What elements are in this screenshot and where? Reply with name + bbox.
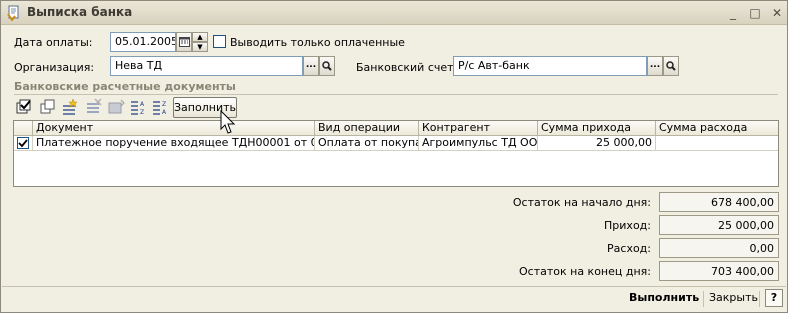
checkbox-checked-icon[interactable] xyxy=(17,137,29,149)
group-title: Банковские расчетные документы xyxy=(14,80,236,93)
delete-row-icon[interactable] xyxy=(84,98,104,116)
svg-text:Z: Z xyxy=(162,101,166,108)
date-field[interactable]: 05.01.2005 xyxy=(110,32,176,52)
copy-icon[interactable] xyxy=(38,98,58,116)
org-open-button[interactable] xyxy=(319,56,335,76)
magnifier-icon xyxy=(322,61,332,71)
group-divider xyxy=(14,94,778,95)
end-balance-label: Остаток на конец дня: xyxy=(519,265,651,278)
expense-label: Расход: xyxy=(607,242,651,255)
column-header-counterparty[interactable]: Контрагент xyxy=(419,121,538,136)
mouse-cursor-icon xyxy=(220,110,236,134)
documents-table[interactable]: Документ Вид операции Контрагент Сумма п… xyxy=(13,120,779,187)
end-balance-value: 703 400,00 xyxy=(659,261,779,281)
cell-expense[interactable] xyxy=(656,136,778,151)
org-label: Организация: xyxy=(14,61,95,74)
check-all-icon[interactable] xyxy=(14,98,34,116)
close-button[interactable]: Закрыть xyxy=(709,289,758,307)
svg-text:A: A xyxy=(162,109,167,116)
date-label: Дата оплаты: xyxy=(14,36,93,49)
calendar-button[interactable] xyxy=(176,32,192,52)
column-header-check[interactable] xyxy=(14,121,33,136)
org-field[interactable]: Нева ТД xyxy=(110,56,303,76)
magnifier-icon xyxy=(666,61,676,71)
cell-counterparty[interactable]: Агроимпульс ТД ООО xyxy=(419,136,538,151)
footer-separator xyxy=(703,291,704,307)
table-row[interactable]: Платежное поручение входящее ТДН00001 от… xyxy=(14,136,778,151)
move-row-icon[interactable] xyxy=(106,98,126,116)
svg-text:Z: Z xyxy=(140,109,144,116)
help-button[interactable]: ? xyxy=(765,289,783,307)
add-row-icon[interactable] xyxy=(60,98,80,116)
ellipsis-icon: ... xyxy=(649,60,661,70)
close-window-button[interactable]: ✕ xyxy=(768,5,786,21)
sort-asc-icon[interactable]: AZ xyxy=(129,98,149,116)
footer-divider xyxy=(2,286,786,287)
svg-text:A: A xyxy=(140,101,145,108)
only-paid-label: Выводить только оплаченные xyxy=(230,36,405,49)
cell-operation[interactable]: Оплата от покупа... xyxy=(315,136,419,151)
row-checkbox-cell[interactable] xyxy=(14,136,33,151)
sort-desc-icon[interactable]: ZA xyxy=(151,98,171,116)
spin-up-button[interactable]: ▲ xyxy=(192,32,208,42)
account-label: Банковский счет: xyxy=(356,61,458,74)
income-label: Приход: xyxy=(604,219,651,232)
cell-income[interactable]: 25 000,00 xyxy=(538,136,656,151)
start-balance-label: Остаток на начало дня: xyxy=(512,196,651,209)
arrow-up-icon: ▲ xyxy=(197,33,203,41)
table-header: Документ Вид операции Контрагент Сумма п… xyxy=(14,121,778,136)
org-select-button[interactable]: ... xyxy=(303,56,319,76)
maximize-button[interactable]: □ xyxy=(746,5,764,21)
window-title: Выписка банка xyxy=(27,5,133,19)
expense-value: 0,00 xyxy=(659,238,779,258)
arrow-down-icon: ▼ xyxy=(197,43,203,51)
footer-separator xyxy=(759,291,760,307)
calendar-icon xyxy=(178,37,190,47)
column-header-expense[interactable]: Сумма расхода xyxy=(656,121,778,136)
account-select-button[interactable]: ... xyxy=(647,56,663,76)
cell-document[interactable]: Платежное поручение входящее ТДН00001 от… xyxy=(33,136,315,151)
spin-down-button[interactable]: ▼ xyxy=(192,42,208,52)
bank-statement-window: Выписка банка _ □ ✕ Дата оплаты: 05.01.2… xyxy=(0,0,788,313)
account-field[interactable]: Р/с Авт-банк xyxy=(453,56,647,76)
account-open-button[interactable] xyxy=(663,56,679,76)
only-paid-checkbox[interactable] xyxy=(213,35,226,48)
column-header-document[interactable]: Документ xyxy=(33,121,315,136)
column-header-income[interactable]: Сумма прихода xyxy=(538,121,656,136)
minimize-button[interactable]: _ xyxy=(724,5,742,21)
run-button[interactable]: Выполнить xyxy=(629,289,699,307)
document-icon xyxy=(7,5,19,21)
column-header-operation[interactable]: Вид операции xyxy=(315,121,419,136)
start-balance-value: 678 400,00 xyxy=(659,192,779,212)
title-bar[interactable]: Выписка банка _ □ ✕ xyxy=(1,1,787,25)
income-value: 25 000,00 xyxy=(659,215,779,235)
ellipsis-icon: ... xyxy=(305,60,317,70)
